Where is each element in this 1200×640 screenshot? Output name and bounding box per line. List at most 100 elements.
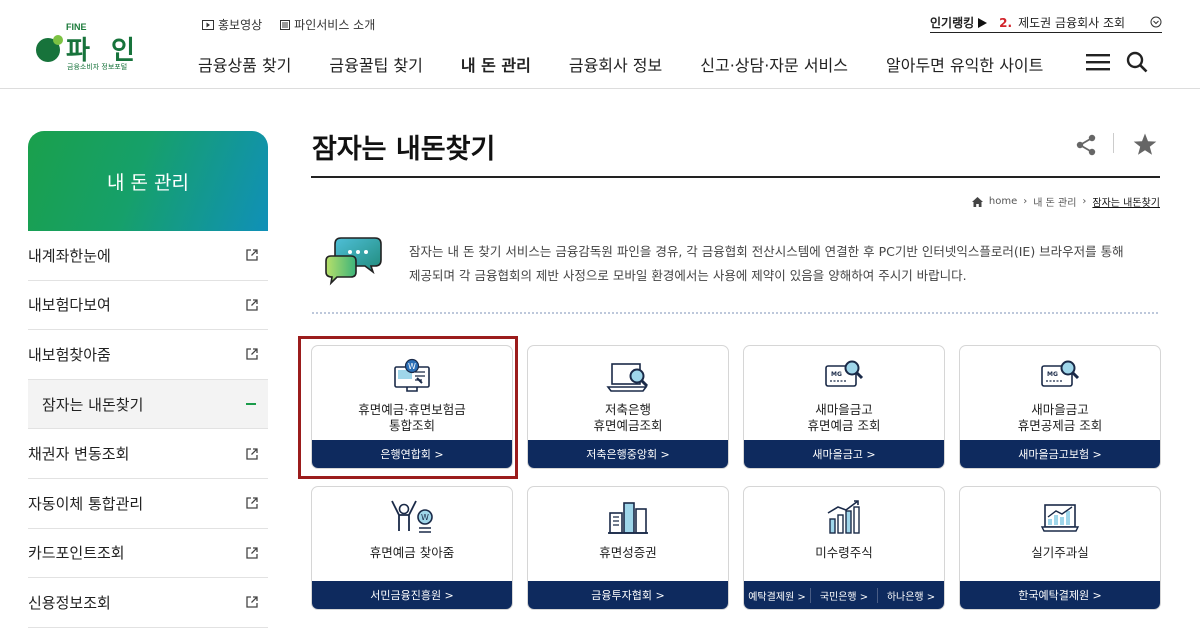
- card-mg-insurance[interactable]: MG 새마을금고 휴면공제금 조회 새마을금고보험 >: [959, 345, 1161, 469]
- breadcrumb: home › 내 돈 관리 › 잠자는 내돈찾기: [971, 194, 1160, 209]
- card-unclaimed-stocks[interactable]: 미수령주식 예탁결제원 > 국민은행 > 하나은행 >: [743, 486, 945, 610]
- sidebar-item-label: 내계좌한눈에: [28, 246, 111, 265]
- card-title: 미수령주식: [815, 545, 873, 560]
- ranking-number: 2.: [999, 15, 1013, 30]
- ranking-label: 인기랭킹: [930, 16, 975, 30]
- sidebar-item-label: 내보험찾아줌: [28, 345, 111, 364]
- gnb-report-consult[interactable]: 신고·상담·자문 서비스: [700, 52, 848, 76]
- global-nav: 금융상품 찾기 금융꿀팁 찾기 내 돈 관리 금융회사 정보 신고·상담·자문 …: [198, 52, 1081, 76]
- sidebar-item-label: 채권자 변동조회: [28, 445, 130, 464]
- highlight-box: [298, 336, 518, 479]
- intro-notice: 잠자는 내 돈 찾기 서비스는 금융감독원 파인을 경유, 각 금융협회 전산시…: [311, 224, 1160, 316]
- home-icon: [971, 196, 983, 207]
- svg-text:MG: MG: [1047, 371, 1058, 378]
- card-search-icon: MG: [1041, 360, 1080, 387]
- play-arrow-icon: [978, 17, 988, 28]
- service-intro-link[interactable]: 파인서비스 소개: [280, 16, 375, 33]
- sidebar-item-label: 내보험다보여: [28, 296, 111, 315]
- external-link-icon: [246, 497, 258, 509]
- card-link-kb-bank[interactable]: 국민은행 >: [811, 587, 878, 603]
- card-link-ksd[interactable]: 예탁결제원 >: [744, 587, 811, 603]
- external-link-icon: [246, 299, 258, 311]
- card-title: 저축은행 휴면예금조회: [593, 402, 663, 433]
- gnb-useful-sites[interactable]: 알아두면 유익한 사이트: [886, 52, 1043, 76]
- sidebar-menu: 내계좌한눈에 내보험다보여 내보험찾아줌 잠자는 내돈찾기 채권자 변동조회 자…: [28, 231, 268, 628]
- gnb-company-info[interactable]: 금융회사 정보: [569, 52, 662, 76]
- gnb-financial-products[interactable]: 금융상품 찾기: [198, 52, 291, 76]
- top-links: 홍보영상 파인서비스 소개: [202, 16, 375, 33]
- card-unclaimed-dividends[interactable]: 실기주과실 한국예탁결제원 >: [959, 486, 1161, 610]
- dotted-divider: [311, 311, 1160, 315]
- breadcrumb-my-money[interactable]: 내 돈 관리: [1033, 194, 1076, 209]
- promo-video-link[interactable]: 홍보영상: [202, 16, 262, 33]
- service-intro-label: 파인서비스 소개: [294, 18, 376, 32]
- svg-text:W: W: [421, 513, 429, 522]
- laptop-search-icon: [606, 363, 649, 392]
- ranking-text: 제도권 금융회사 조회: [1018, 16, 1126, 30]
- card-dormant-securities[interactable]: 휴면성증권 금융투자협회 >: [527, 486, 729, 610]
- external-link-icon: [246, 596, 258, 609]
- sidebar-item-label: 자동이체 통합관리: [28, 494, 144, 513]
- document-icon: [280, 19, 291, 30]
- page-title: 잠자는 내돈찾기: [312, 134, 496, 165]
- trend-board-icon: [1040, 504, 1080, 532]
- person-coin-icon: W: [391, 500, 433, 533]
- card-link-mg-bank[interactable]: 새마을금고 >: [744, 440, 944, 468]
- card-link-mg-insurance[interactable]: 새마을금고보험 >: [960, 440, 1160, 468]
- sidebar-item-my-accounts[interactable]: 내계좌한눈에: [28, 231, 268, 281]
- svg-text:MG: MG: [831, 371, 842, 378]
- card-title: 새마을금고 휴면공제금 조회: [1017, 402, 1103, 433]
- sidebar-item-card-points[interactable]: 카드포인트조회: [28, 529, 268, 579]
- popular-ranking[interactable]: 인기랭킹 2. 제도권 금융회사 조회: [930, 13, 1162, 33]
- gnb-my-money[interactable]: 내 돈 관리: [461, 52, 531, 76]
- promo-video-label: 홍보영상: [218, 18, 263, 32]
- card-title: 휴면성증권: [599, 545, 657, 560]
- card-link-hana-bank[interactable]: 하나은행 >: [878, 588, 944, 603]
- intro-line-1: 잠자는 내 돈 찾기 서비스는 금융감독원 파인을 경유, 각 금융협회 전산시…: [409, 244, 1124, 259]
- menu-icon[interactable]: [1086, 53, 1110, 71]
- sidebar-item-label: 신용정보조회: [28, 593, 111, 612]
- sidebar-item-auto-transfer[interactable]: 자동이체 통합관리: [28, 479, 268, 529]
- share-icon[interactable]: [1075, 134, 1097, 156]
- card-link-kofia[interactable]: 금융투자협회 >: [528, 581, 728, 609]
- chevron-down-circle-icon[interactable]: [1150, 16, 1162, 28]
- card-link-korea-securities-depository[interactable]: 한국예탁결제원 >: [960, 581, 1160, 609]
- minus-icon: [246, 403, 256, 406]
- card-dormant-finder[interactable]: W 휴면예금 찾아줌 서민금융진흥원 >: [311, 486, 513, 610]
- sidebar-item-label: 카드포인트조회: [28, 544, 125, 563]
- fine-logo[interactable]: FINE 파 인 금융소비자 정보포털: [34, 20, 144, 72]
- card-title: 실기주과실: [1031, 545, 1089, 560]
- play-icon: [202, 19, 214, 30]
- bar-chart-icon: [827, 500, 860, 534]
- external-link-icon: [246, 249, 258, 261]
- breadcrumb-separator-icon: ›: [1023, 196, 1028, 207]
- card-search-icon: MG: [825, 360, 864, 387]
- sidebar-item-my-insurance[interactable]: 내보험다보여: [28, 281, 268, 331]
- intro-line-2: 제공되며 각 금융협회의 제반 사정으로 모바일 환경에서는 사용에 제약이 있…: [409, 268, 967, 283]
- logo-mark-icon: [36, 35, 63, 62]
- star-icon[interactable]: [1133, 133, 1157, 156]
- card-link-savings-bank-association[interactable]: 저축은행중앙회 >: [528, 440, 728, 468]
- card-savings-bank[interactable]: 저축은행 휴면예금조회 저축은행중앙회 >: [527, 345, 729, 469]
- intro-text: 잠자는 내 돈 찾기 서비스는 금융감독원 파인을 경유, 각 금융협회 전산시…: [409, 240, 1149, 288]
- breadcrumb-home[interactable]: home: [989, 196, 1017, 207]
- sidebar-item-creditor-change[interactable]: 채권자 변동조회: [28, 429, 268, 479]
- title-tool-divider: [1113, 133, 1114, 153]
- breadcrumb-separator-icon: ›: [1082, 196, 1087, 207]
- breadcrumb-current[interactable]: 잠자는 내돈찾기: [1092, 194, 1160, 209]
- card-title: 새마을금고 휴면예금 조회: [807, 402, 881, 433]
- gnb-financial-tips[interactable]: 금융꿀팁 찾기: [329, 52, 422, 76]
- card-link-kinfa[interactable]: 서민금융진흥원 >: [312, 581, 512, 609]
- sidebar-item-label: 잠자는 내돈찾기: [42, 395, 144, 414]
- chat-bubble-icon: [325, 237, 382, 286]
- sidebar-item-credit-info[interactable]: 신용정보조회: [28, 578, 268, 628]
- card-title: 휴면예금 찾아줌: [369, 545, 455, 560]
- search-icon[interactable]: [1126, 51, 1148, 73]
- card-mg-deposit[interactable]: MG 새마을금고 휴면예금 조회 새마을금고 >: [743, 345, 945, 469]
- sidebar-item-insurance-finder[interactable]: 내보험찾아줌: [28, 330, 268, 380]
- sidebar-item-dormant-money[interactable]: 잠자는 내돈찾기: [28, 379, 268, 430]
- external-link-icon: [246, 348, 258, 361]
- external-link-icon: [246, 547, 258, 559]
- external-link-icon: [246, 448, 258, 460]
- sidebar-title: 내 돈 관리: [28, 131, 268, 231]
